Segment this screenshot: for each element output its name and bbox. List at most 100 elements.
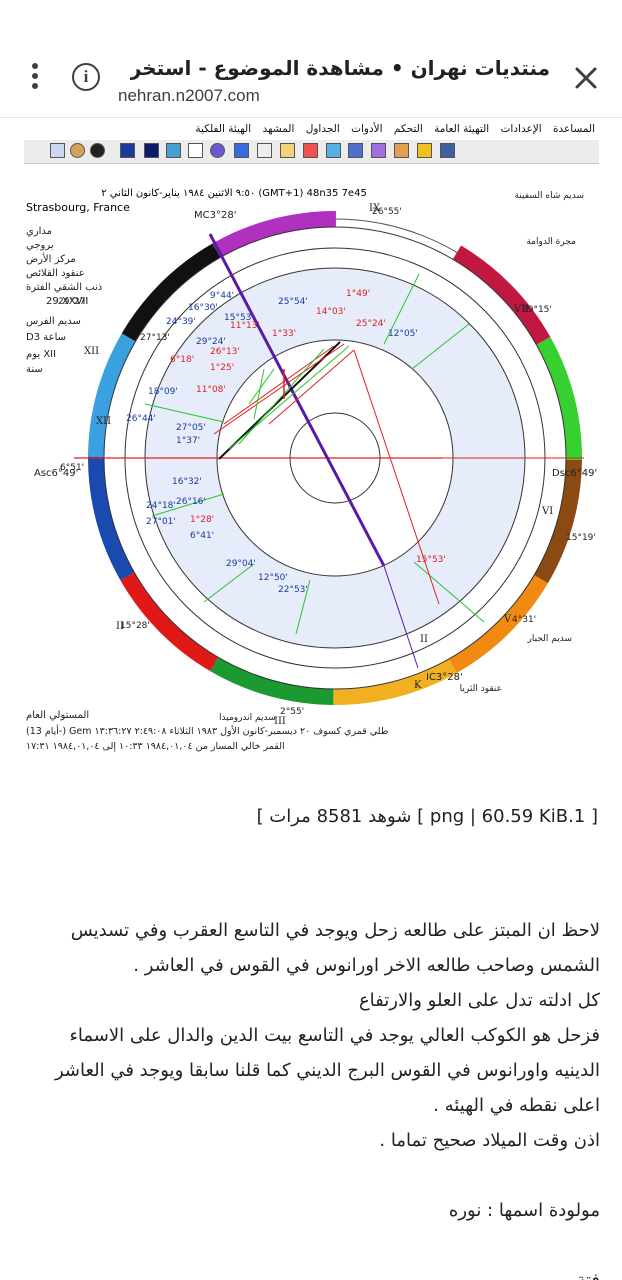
menu-tools[interactable]: الأدوات [347, 120, 386, 135]
toolbar-stars-icon[interactable] [144, 143, 159, 158]
legend-ecliptic: بروجي [26, 240, 54, 251]
toolbar-wheel-icon[interactable] [210, 143, 225, 158]
toolbar-pen-icon[interactable] [234, 143, 249, 158]
label-orion-nebula: سديم الجبار [527, 634, 572, 644]
browser-top-bar: منتديات نهران • مشاهدة الموضوع - استخرج … [0, 0, 622, 118]
menu-view[interactable]: المشهد [258, 120, 298, 135]
svg-text:XII: XII [84, 346, 99, 357]
chart-footer-void-moon: القمر خالي المسار من ١٩٨٤,٠١,٠٤ ١٠:٣٣ إل… [26, 741, 285, 752]
toolbar-moon-icon[interactable] [90, 143, 105, 158]
svg-text:11°08': 11°08' [196, 385, 226, 395]
svg-text:12°05': 12°05' [388, 329, 418, 339]
svg-text:29°04': 29°04' [226, 559, 256, 569]
svg-text:15°28': 15°28' [120, 621, 150, 631]
svg-text:6°51': 6°51' [60, 463, 84, 473]
toolbar-chart-icon[interactable] [440, 143, 455, 158]
legend-year: سنة [26, 364, 43, 375]
legend-period: ذنب الشقي الفترة [26, 282, 102, 293]
svg-text:VI: VI [541, 506, 553, 517]
svg-text:12°50': 12°50' [258, 573, 288, 583]
chart-footer-eclipse: (أيام 13-) Gem طلي قمري كسوف ٢٠ ديسمبر-ك… [26, 724, 388, 737]
post-line: اعلى نقطه في الهيئه . [433, 1095, 600, 1116]
svg-text:26°55': 26°55' [372, 207, 402, 217]
chart-footer-ruler: المستولي العام [26, 710, 89, 721]
toolbar-sky-icon[interactable] [120, 143, 135, 158]
post-line: فزحل هو الكوكب العالي يوجد في التاسع بيت… [69, 1025, 600, 1046]
toolbar-circle-icon[interactable] [371, 143, 386, 158]
close-icon[interactable] [568, 60, 604, 96]
mc-label: MC3°28' [194, 210, 236, 221]
info-icon[interactable]: i [72, 63, 100, 91]
svg-text:25°24': 25°24' [356, 319, 386, 329]
dsc-label: Dsc6°49' [552, 468, 597, 479]
svg-text:27°05': 27°05' [176, 423, 206, 433]
svg-text:V: V [503, 614, 512, 625]
attachment-info: [ png | 60.59 KiB.1 ] شوهد 8581 مرات ] [256, 806, 598, 827]
toolbar-grid-icon[interactable] [280, 143, 295, 158]
svg-text:1°28': 1°28' [190, 515, 214, 525]
post-line: لاحظ ان المبتز على طالعه زحل ويوجد في ال… [70, 920, 600, 941]
svg-text:24°18': 24°18' [146, 501, 176, 511]
svg-text:K: K [414, 680, 422, 691]
svg-text:27°01': 27°01' [146, 517, 176, 527]
ic-label: IC3°28' [426, 672, 463, 683]
svg-text:27°13': 27°13' [140, 333, 170, 343]
menu-control[interactable]: التحكم [390, 120, 427, 135]
page-url[interactable]: nehran.n2007.com [118, 86, 260, 106]
legend-pegasus: سديم الفرس [26, 316, 81, 327]
chart-footer-andromeda: سديم اندروميدا [219, 713, 276, 723]
label-pleiades: عنقود الثريا [460, 684, 502, 694]
legend-tropical: مداري [26, 226, 52, 237]
toolbar-calendar-icon[interactable] [348, 143, 363, 158]
legend-day: يوم XII [26, 349, 56, 360]
post-line: الشمس وصاحب طالعه الاخر اورانوس في القوس… [133, 955, 600, 976]
legend-hour: D3 ساعة [26, 332, 66, 343]
svg-text:11°13': 11°13' [230, 321, 260, 331]
svg-text:22°53': 22°53' [278, 585, 308, 595]
toolbar-plus-icon[interactable] [303, 143, 318, 158]
menu-chart[interactable]: الهيئة الفلكية [191, 120, 255, 135]
natal-chart-wheel: ٩:٥٠ الاثنين ١٩٨٤ يناير-كانون الثاني ٢ (… [26, 188, 597, 752]
toolbar-map-icon[interactable] [166, 143, 181, 158]
menu-settings[interactable]: الإعدادات [497, 120, 546, 135]
toolbar-tools-icon[interactable] [394, 143, 409, 158]
more-options-icon[interactable] [30, 63, 40, 93]
toolbar-c-icon[interactable] [188, 143, 203, 158]
menu-general-setup[interactable]: التهيئة العامة [430, 120, 493, 135]
post-line: كل ادلته تدل على العلو والارتفاع [358, 990, 600, 1011]
svg-text:18°09': 18°09' [148, 387, 178, 397]
svg-text:II: II [420, 634, 428, 645]
svg-text:XII: XII [96, 416, 111, 427]
svg-text:4°31': 4°31' [512, 615, 536, 625]
legend-hyades: عنقود القلائص [26, 268, 85, 279]
svg-text:2°55': 2°55' [280, 707, 304, 717]
toolbar-table-icon[interactable] [50, 143, 65, 158]
label-carina-nebula: سديم شاه السفينة [514, 191, 584, 201]
svg-text:1°49': 1°49' [346, 289, 370, 299]
svg-text:1°25': 1°25' [210, 363, 234, 373]
page-title: منتديات نهران • مشاهدة الموضوع - استخرج … [130, 56, 550, 80]
post-body: لاحظ ان المبتز على طالعه زحل ويوجد في ال… [25, 913, 600, 1280]
svg-text:16°32': 16°32' [172, 477, 202, 487]
toolbar-window-icon[interactable] [257, 143, 272, 158]
svg-text:14°03': 14°03' [316, 307, 346, 317]
svg-text:6°41': 6°41' [190, 531, 214, 541]
chart-location: Strasbourg, France [26, 201, 130, 214]
svg-text:1°33': 1°33' [272, 329, 296, 339]
svg-text:1°37': 1°37' [176, 436, 200, 446]
toolbar-globe-icon[interactable] [70, 143, 85, 158]
menu-help[interactable]: المساعدة [549, 120, 599, 135]
post-line: مولودة اسمها : نوره [448, 1200, 600, 1221]
toolbar-aspect-icon[interactable] [326, 143, 341, 158]
svg-text:25°54': 25°54' [278, 297, 308, 307]
legend-geocentric: مركز الأرض [26, 252, 76, 265]
svg-text:24°39': 24°39' [166, 317, 196, 327]
astrology-chart-image: المساعدة الإعدادات التهيئة العامة التحكم… [24, 120, 599, 755]
post-line: فتة [25, 1263, 600, 1280]
toolbar-alert-icon[interactable] [417, 143, 432, 158]
post-line: اذن وقت الميلاد صحيح تماما . [379, 1130, 600, 1151]
svg-text:6°18': 6°18' [170, 355, 194, 365]
menu-tables[interactable]: الجداول [302, 120, 344, 135]
app-toolbar [24, 140, 599, 164]
svg-text:29°27': 29°27' [58, 297, 88, 307]
